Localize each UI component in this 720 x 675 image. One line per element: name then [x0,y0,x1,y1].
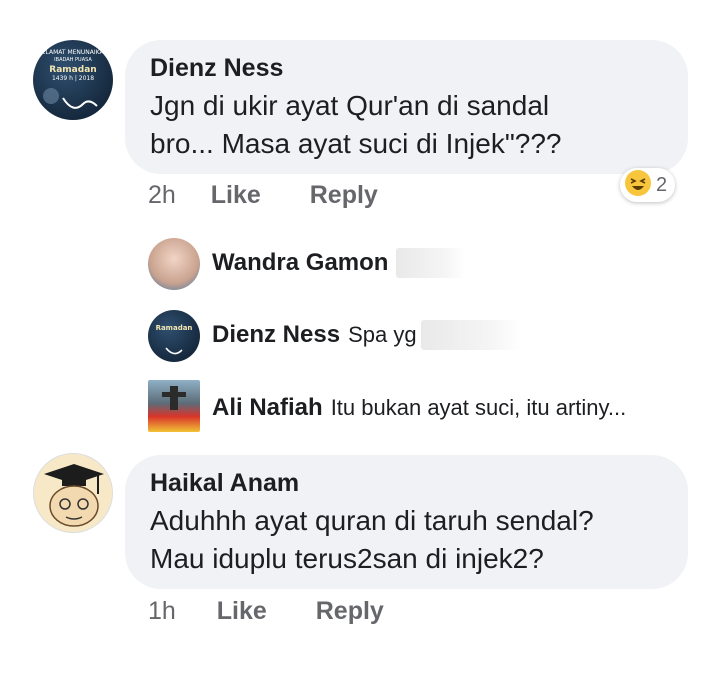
avatar-dienz-ness-small[interactable]: Ramadan [148,310,200,362]
comment-author[interactable]: Haikal Anam [150,469,688,498]
reply-author[interactable]: Dienz Ness [212,321,340,349]
like-button[interactable]: Like [217,597,267,625]
svg-text:Ramadan: Ramadan [156,324,193,332]
redacted-text [420,320,521,350]
svg-text:SELAMAT MENUNAIKAN: SELAMAT MENUNAIKAN [38,49,108,56]
avatar-ali-nafiah[interactable] [148,380,200,432]
reply-button[interactable]: Reply [310,181,378,209]
comment-text-line: bro... Masa ayat suci di Injek"??? [150,128,562,159]
avatar-wandra-gamon[interactable] [148,238,200,290]
avatar-dienz-ness[interactable]: SELAMAT MENUNAIKAN IBADAH PUASA Ramadan … [33,40,113,120]
like-button[interactable]: Like [211,181,261,209]
comment-author[interactable]: Dienz Ness [150,54,688,83]
reply-author[interactable]: Wandra Gamon [212,249,388,277]
ramadan-avatar-image: Ramadan [156,324,193,355]
avatar-image [162,386,186,410]
comment-text-line: Mau iduplu terus2san di injek2? [150,543,544,574]
redacted-text [396,248,467,278]
haha-emoji-icon [624,169,652,202]
comment-actions-1: 2h Like Reply [148,181,378,210]
comment-bubble-1: Dienz Ness Jgn di ukir ayat Qur'an di sa… [125,40,688,174]
graduate-cartoon-icon [44,464,104,527]
reply-item: Ali Nafiah Itu bukan ayat suci, itu arti… [212,394,626,422]
reply-author[interactable]: Ali Nafiah [212,394,323,422]
comment-text-line: Aduhhh ayat quran di taruh sendal? [150,505,594,536]
comment-timestamp[interactable]: 2h [148,181,176,209]
reply-button[interactable]: Reply [316,597,384,625]
svg-text:IBADAH PUASA: IBADAH PUASA [54,57,92,63]
comment-text-line: Jgn di ukir ayat Qur'an di sandal [150,90,550,121]
comment-actions-2: 1h Like Reply [148,597,384,626]
svg-text:Ramadan: Ramadan [49,65,96,75]
reply-text: Spa yg [348,322,417,347]
ramadan-avatar-image: SELAMAT MENUNAIKAN IBADAH PUASA Ramadan … [38,49,108,109]
comment-timestamp[interactable]: 1h [148,597,176,625]
reply-text: Itu bukan ayat suci, itu artiny... [330,395,627,420]
reaction-summary[interactable]: 2 [620,168,676,202]
reply-item: Dienz Ness Spa yg [212,320,521,350]
comment-bubble-2: Haikal Anam Aduhhh ayat quran di taruh s… [125,455,688,589]
avatar-haikal-anam[interactable] [33,453,113,533]
reaction-count: 2 [656,173,668,196]
svg-text:1439 h | 2018: 1439 h | 2018 [52,75,94,82]
reply-item: Wandra Gamon [212,248,467,278]
